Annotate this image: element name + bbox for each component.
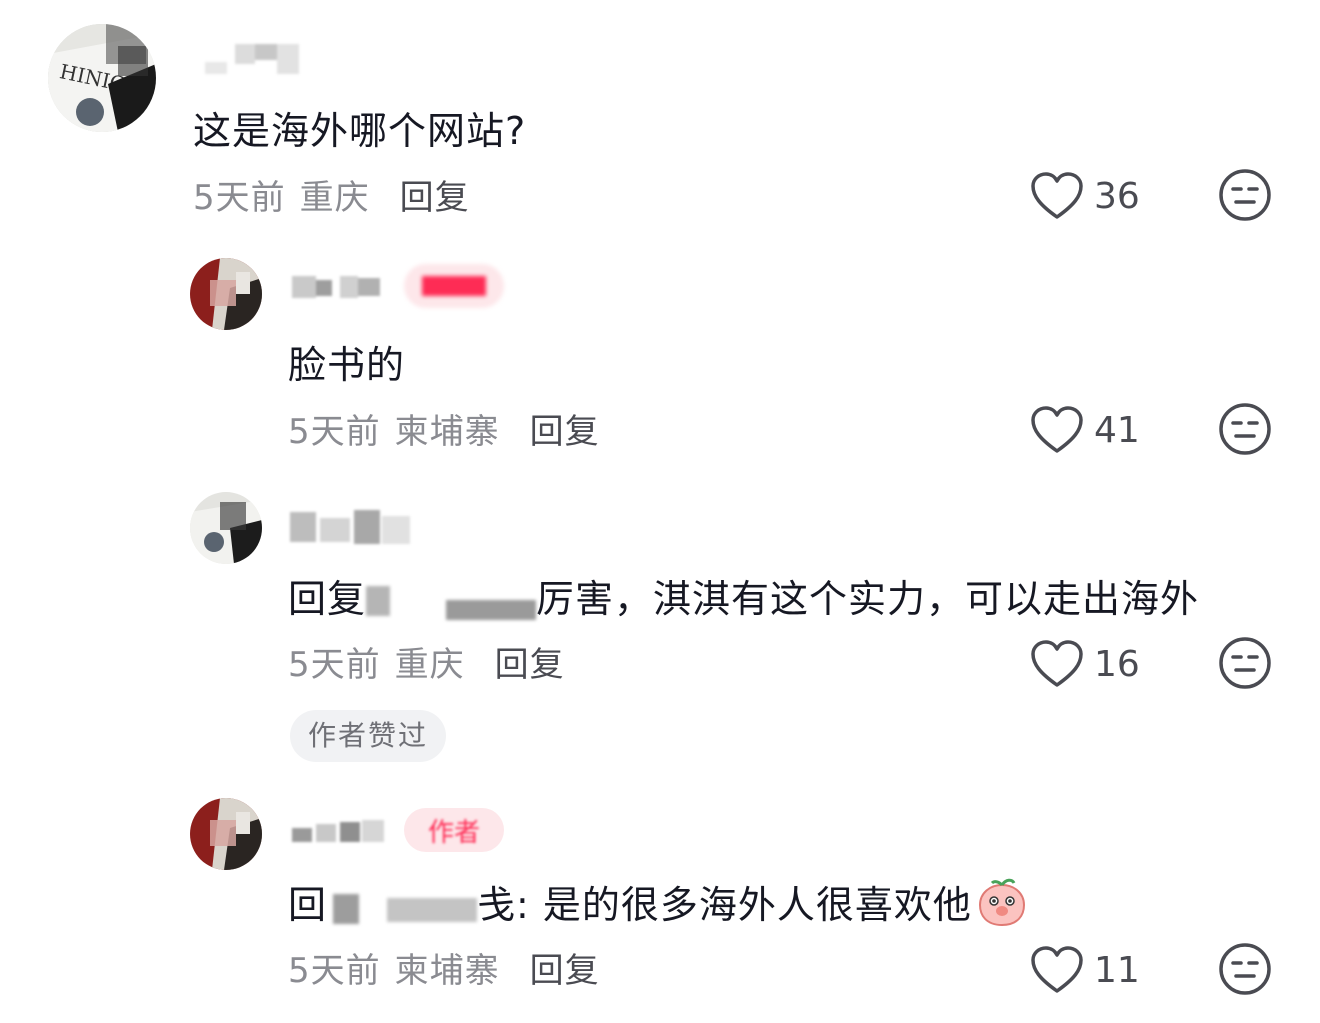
author-tag: 作者 <box>404 808 504 852</box>
comment-time: 5天前 <box>288 645 381 685</box>
reply-button[interactable]: 回复 <box>530 951 600 991</box>
comment-location: 重庆 <box>394 645 465 685</box>
meh-face-icon <box>1219 637 1271 689</box>
comment-list: HINICHI 这是海外哪个网站? 5天前 重庆 回复 36 脸书的 5天前 柬… <box>0 0 1320 1023</box>
like-count: 36 <box>1094 175 1140 217</box>
mentioned-user-blurred[interactable] <box>327 888 478 928</box>
comment-meta: 5天前 柬埔寨 回复 <box>288 943 600 992</box>
username-blurred[interactable] <box>205 40 315 74</box>
avatar-image <box>190 492 262 564</box>
author-liked-badge: 作者赞过 <box>290 710 447 762</box>
heart-outline-icon <box>1031 406 1083 453</box>
reply-prefix: 回 <box>288 883 328 927</box>
dislike-button[interactable] <box>1218 636 1272 690</box>
reply-button[interactable]: 回复 <box>495 645 565 685</box>
avatar[interactable]: HINICHI <box>48 24 156 132</box>
reply-button[interactable]: 回复 <box>400 178 470 218</box>
like-button[interactable]: 41 <box>1030 400 1160 460</box>
comment-text: 脸书的 <box>288 343 406 387</box>
comment-text: 这是海外哪个网站? <box>193 109 527 153</box>
meh-face-icon <box>1219 169 1271 221</box>
comment-meta: 5天前 重庆 回复 <box>193 170 470 219</box>
dislike-button[interactable] <box>1218 168 1272 222</box>
comment-text: 回复 厉害，淇淇有这个实力，可以走出海外 <box>288 568 1199 623</box>
like-button[interactable]: 16 <box>1030 634 1160 694</box>
reply-button[interactable]: 回复 <box>530 412 600 452</box>
username-blurred[interactable] <box>290 506 420 548</box>
heart-outline-icon <box>1031 640 1083 687</box>
comment-time: 5天前 <box>288 951 381 991</box>
dislike-button[interactable] <box>1218 942 1272 996</box>
mentioned-user-blurred[interactable] <box>366 582 537 622</box>
reply-body: 戋: 是的很多海外人很喜欢他 <box>477 883 972 927</box>
dislike-button[interactable] <box>1218 402 1272 456</box>
meh-face-icon <box>1219 943 1271 995</box>
heart-outline-icon <box>1031 172 1083 219</box>
like-button[interactable]: 11 <box>1030 940 1160 1000</box>
comment-location: 重庆 <box>299 178 370 218</box>
like-count: 41 <box>1094 409 1140 451</box>
avatar-image: HINICHI <box>48 24 156 132</box>
comment-text: 回 戋: 是的很多海外人很喜欢他 <box>288 874 1028 938</box>
comment-time: 5天前 <box>193 178 286 218</box>
username-blurred[interactable] <box>292 814 402 848</box>
like-count: 16 <box>1094 643 1140 685</box>
author-tag-blurred <box>404 264 504 308</box>
comment-location: 柬埔寨 <box>394 412 500 452</box>
comment-meta: 5天前 重庆 回复 <box>288 637 565 686</box>
meh-face-icon <box>1219 403 1271 455</box>
reply-prefix: 回复 <box>288 577 367 621</box>
like-button[interactable]: 36 <box>1030 166 1160 226</box>
like-count: 11 <box>1094 949 1140 991</box>
avatar[interactable] <box>190 798 262 870</box>
avatar[interactable] <box>190 492 262 564</box>
comment-location: 柬埔寨 <box>394 951 500 991</box>
avatar-image <box>190 258 262 330</box>
heart-outline-icon <box>1031 946 1083 993</box>
comment-meta: 5天前 柬埔寨 回复 <box>288 404 600 453</box>
comment-time: 5天前 <box>288 412 381 452</box>
avatar[interactable] <box>190 258 262 330</box>
peach-emoji <box>976 877 1028 938</box>
reply-body: 厉害，淇淇有这个实力，可以走出海外 <box>536 577 1200 621</box>
author-tag-label: 作者 <box>427 817 480 848</box>
avatar-image <box>190 798 262 870</box>
